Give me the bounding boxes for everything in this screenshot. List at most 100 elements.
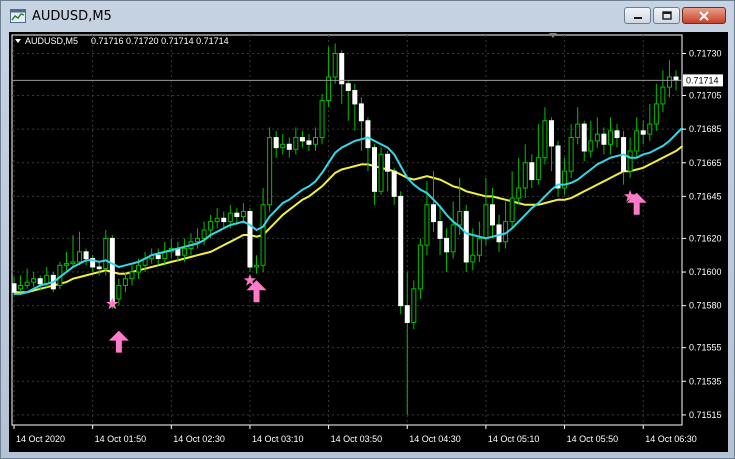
close-icon [699, 10, 709, 21]
price-tick-label: 0.71535 [689, 376, 722, 386]
candle-body [155, 254, 161, 260]
signal-arrow-up-icon [108, 330, 129, 353]
candle-body [391, 170, 397, 197]
candle-body [181, 247, 187, 256]
chart-window: AUDUSD,M5 0.71730 0.71705 0.71685 0.71665 0.… [0, 0, 735, 459]
candle-body [437, 221, 443, 239]
candle-body [240, 211, 246, 218]
candle-body [195, 237, 201, 243]
candle-body [653, 103, 659, 125]
candle-body [313, 137, 319, 145]
price-tick-label: 0.71665 [689, 158, 722, 168]
candle-body [129, 271, 135, 280]
candle-body [594, 133, 600, 142]
candle-body [535, 157, 541, 181]
time-tick-label: 14 Oct 03:10 [252, 434, 304, 444]
symbol-dropdown-icon[interactable] [15, 39, 21, 43]
candle-body [444, 237, 450, 253]
candle-body [660, 86, 666, 105]
candle-body [306, 140, 312, 145]
candle-body [234, 212, 240, 218]
chart-ohlc-label: 0.71716 0.71720 0.71714 0.71714 [91, 36, 229, 46]
candle-body [424, 204, 430, 246]
price-tick-label: 0.71685 [689, 124, 722, 134]
candle-body [489, 204, 495, 226]
chart-area[interactable]: 0.71730 0.71705 0.71685 0.71665 0.71645 0.716… [9, 32, 728, 452]
candle-body [201, 229, 207, 239]
minimize-button[interactable] [624, 7, 651, 24]
candle-body [673, 76, 679, 81]
candle-body [260, 204, 266, 266]
candle-body [529, 162, 535, 181]
time-tick-label: 14 Oct 04:30 [409, 434, 461, 444]
candle-body [267, 137, 273, 206]
price-tick-label: 0.71730 [689, 48, 722, 58]
candle-body [640, 130, 646, 135]
chart-symbol-label: AUDUSD,M5 [25, 36, 78, 46]
time-tick-label: 14 Oct 02:30 [173, 434, 225, 444]
candle-body [483, 204, 489, 239]
time-axis[interactable]: 14 Oct 2020 14 Oct 01:50 14 Oct 02:30 14 Oc… [13, 425, 697, 444]
candle-body [227, 212, 233, 223]
candle-body [568, 137, 574, 172]
candle-body [601, 133, 607, 145]
candle-body [385, 153, 391, 172]
candles [11, 43, 679, 415]
candle-body [463, 211, 469, 263]
candle-body [37, 278, 43, 285]
candle-body [70, 261, 76, 265]
candle-body [247, 211, 253, 268]
candle-body [365, 120, 371, 149]
candle-body [18, 284, 24, 290]
candle-body [345, 83, 351, 91]
candle-body [109, 237, 115, 303]
price-axis[interactable]: 0.71730 0.71705 0.71685 0.71665 0.71645 0.716… [12, 48, 723, 420]
candle-body [450, 224, 456, 253]
candle-body [496, 224, 502, 243]
candle-body [286, 143, 292, 150]
candle-body [352, 89, 358, 105]
candlestick-chart[interactable]: 0.71730 0.71705 0.71685 0.71665 0.71645 0.716… [9, 32, 728, 452]
maximize-icon [661, 11, 672, 20]
candle-body [136, 264, 142, 273]
candle-body [516, 187, 522, 199]
price-tick-label: 0.71600 [689, 267, 722, 277]
window-title: AUDUSD,M5 [32, 9, 112, 24]
price-tick-label: 0.71515 [689, 410, 722, 420]
candle-body [411, 288, 417, 323]
time-tick-label: 14 Oct 05:50 [567, 434, 619, 444]
chart-header: AUDUSD,M5 0.71716 0.71720 0.71714 0.7171… [15, 36, 229, 46]
close-button[interactable] [682, 7, 726, 24]
candle-body [339, 52, 345, 85]
candle-body [542, 120, 548, 159]
grid-lines [11, 34, 683, 426]
candle-body [122, 278, 128, 286]
candle-body [457, 211, 463, 226]
candle-body [208, 221, 214, 231]
candle-body [509, 197, 515, 223]
time-tick-label: 14 Oct 2020 [16, 434, 65, 444]
signal-markers [106, 189, 647, 353]
price-tick-label: 0.71555 [689, 343, 722, 353]
candle-body [116, 284, 122, 300]
candle-body [103, 237, 109, 270]
candle-body [63, 263, 69, 266]
price-tick-label: 0.71645 [689, 191, 722, 201]
title-bar[interactable]: AUDUSD,M5 [1, 1, 734, 31]
candle-body [666, 76, 672, 88]
candle-body [581, 123, 587, 152]
candle-body [555, 145, 561, 189]
candle-body [378, 153, 384, 192]
time-tick-label: 14 Oct 06:30 [645, 434, 697, 444]
candle-body [83, 251, 89, 260]
maximize-button[interactable] [653, 7, 680, 24]
candle-body [96, 266, 102, 270]
candle-body [273, 137, 279, 149]
candle-body [221, 217, 227, 223]
candle-body [398, 195, 404, 307]
candle-body [417, 244, 423, 290]
candle-body [24, 281, 30, 286]
candle-body [634, 130, 640, 152]
candle-body [548, 120, 554, 147]
candle-body [404, 305, 410, 323]
